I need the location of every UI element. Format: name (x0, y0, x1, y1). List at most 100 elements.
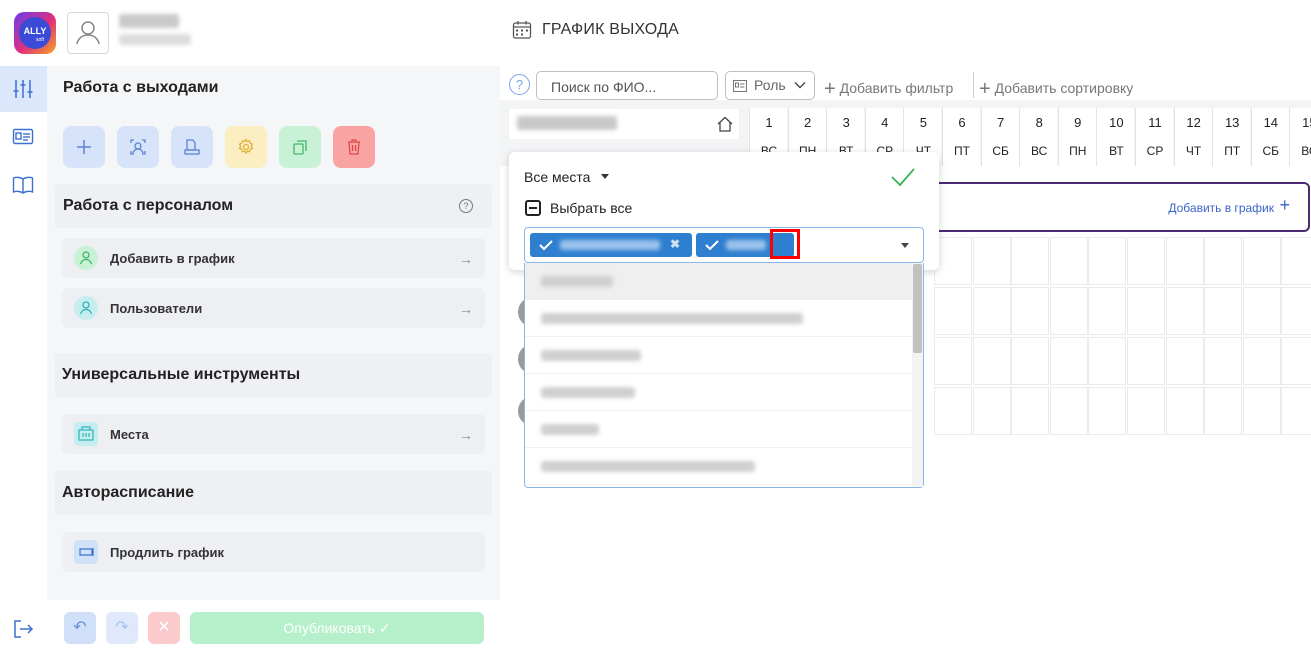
scrollbar-thumb[interactable] (913, 264, 922, 353)
rail-item-card[interactable] (0, 114, 47, 160)
caret-down-icon[interactable] (901, 243, 909, 248)
select-all-checkbox[interactable] (525, 200, 541, 216)
list-item[interactable] (525, 411, 914, 448)
list-item[interactable] (525, 263, 914, 300)
add-button[interactable] (63, 126, 105, 168)
select-all-label[interactable]: Выбрать все (550, 200, 632, 216)
day-column[interactable]: 14 СБ (1250, 108, 1289, 166)
nav-extend-schedule[interactable]: Продлить график (62, 532, 485, 572)
nav-users[interactable]: Пользователи → (62, 288, 485, 328)
add-sort-button[interactable]: + Добавить сортировку (979, 76, 1133, 100)
caret-down-icon[interactable] (601, 174, 609, 179)
nav-add-to-schedule[interactable]: Добавить в график → (62, 238, 485, 278)
schedule-cell[interactable] (1088, 237, 1127, 285)
rail-item-settings[interactable] (0, 66, 47, 112)
add-to-schedule-row[interactable]: Добавить в график + (925, 182, 1310, 232)
day-number: 12 (1186, 115, 1201, 130)
highlighted-remove-button[interactable]: ✖ (770, 229, 800, 259)
schedule-cell[interactable] (1204, 387, 1243, 435)
schedule-cell[interactable] (1049, 287, 1088, 335)
schedule-cell[interactable] (1281, 387, 1311, 435)
list-item[interactable] (525, 374, 914, 411)
schedule-cell[interactable] (1165, 287, 1204, 335)
schedule-cell[interactable] (1242, 237, 1281, 285)
schedule-cell[interactable] (1242, 387, 1281, 435)
schedule-cell[interactable] (1281, 237, 1311, 285)
schedule-cell[interactable] (1011, 237, 1050, 285)
all-places-toggle[interactable]: Все места (524, 169, 590, 185)
delete-button[interactable] (333, 126, 375, 168)
day-column[interactable]: 13 ПТ (1212, 108, 1251, 166)
avatar[interactable] (67, 12, 109, 54)
app-logo[interactable]: ALLY soft (14, 12, 56, 54)
schedule-cell[interactable] (1165, 337, 1204, 385)
confirm-check-icon[interactable] (889, 165, 917, 189)
schedule-cell[interactable] (1242, 337, 1281, 385)
schedule-cell[interactable] (1127, 287, 1165, 335)
search-input[interactable]: Поиск по ФИО... (536, 71, 718, 100)
schedule-cell[interactable] (1281, 287, 1311, 335)
schedule-cell[interactable] (1127, 237, 1165, 285)
page-title: ГРАФИК ВЫХОДА (542, 21, 680, 38)
schedule-cell[interactable] (972, 287, 1011, 335)
schedule-cell[interactable] (1204, 237, 1243, 285)
schedule-cell[interactable] (1281, 337, 1311, 385)
schedule-cell[interactable] (1049, 237, 1088, 285)
publish-button[interactable]: Опубликовать ✓ (190, 612, 484, 644)
schedule-cell[interactable] (972, 337, 1011, 385)
schedule-cell[interactable] (972, 387, 1011, 435)
add-filter-button[interactable]: + Добавить фильтр (824, 76, 953, 100)
schedule-cell[interactable] (934, 237, 972, 285)
schedule-cell[interactable] (1165, 387, 1204, 435)
list-item[interactable] (525, 337, 914, 374)
schedule-cell[interactable] (1127, 337, 1165, 385)
day-column[interactable]: 10 ВТ (1096, 108, 1135, 166)
schedule-cell[interactable] (1127, 387, 1165, 435)
rail-item-book[interactable] (0, 162, 47, 208)
schedule-cell[interactable] (1088, 337, 1127, 385)
schedule-cell[interactable] (934, 387, 972, 435)
settings-button[interactable] (225, 126, 267, 168)
group-button[interactable] (117, 126, 159, 168)
schedule-cell[interactable] (1011, 337, 1050, 385)
day-column[interactable]: 12 ЧТ (1173, 108, 1212, 166)
chip-remove-icon[interactable]: ✖ (670, 237, 680, 251)
home-icon[interactable] (716, 115, 734, 133)
schedule-cell[interactable] (934, 287, 972, 335)
schedule-cell[interactable] (972, 237, 1011, 285)
schedule-cell[interactable] (1204, 287, 1243, 335)
schedule-cell[interactable] (1011, 387, 1050, 435)
add-to-schedule-link[interactable]: Добавить в график (1168, 201, 1274, 215)
redo-button[interactable]: ↷ (106, 612, 138, 644)
schedule-cell[interactable] (1165, 237, 1204, 285)
day-column[interactable]: 8 ВС (1019, 108, 1058, 166)
help-icon[interactable]: ? (459, 199, 473, 213)
list-item[interactable] (525, 300, 914, 337)
copy-button[interactable] (279, 126, 321, 168)
print-button[interactable] (171, 126, 213, 168)
schedule-cell[interactable] (1088, 287, 1127, 335)
day-column[interactable]: 11 СР (1135, 108, 1173, 166)
nav-places[interactable]: Места → (62, 414, 485, 454)
schedule-cell[interactable] (1088, 387, 1127, 435)
schedule-cell[interactable] (1049, 387, 1088, 435)
schedule-cell[interactable] (1011, 287, 1050, 335)
schedule-cell[interactable] (1242, 287, 1281, 335)
schedule-cell[interactable] (1204, 337, 1243, 385)
day-column[interactable]: 6 ПТ (942, 108, 980, 166)
day-number: 6 (958, 115, 966, 130)
day-column[interactable]: 9 ПН (1057, 108, 1096, 166)
discard-button[interactable]: ✕ (148, 612, 180, 644)
day-column[interactable]: 15 ВС (1289, 108, 1311, 166)
undo-button[interactable]: ↶ (64, 612, 96, 644)
role-select[interactable]: Роль (725, 71, 815, 100)
schedule-cell[interactable] (934, 337, 972, 385)
logout-button[interactable] (0, 606, 47, 652)
day-number: 4 (881, 115, 889, 130)
schedule-cell[interactable] (1049, 337, 1088, 385)
chip-label-redacted (726, 240, 766, 250)
day-column[interactable]: 7 СБ (980, 108, 1019, 166)
help-button[interactable]: ? (509, 74, 530, 95)
list-item[interactable] (525, 448, 914, 485)
user-icon (76, 21, 100, 45)
